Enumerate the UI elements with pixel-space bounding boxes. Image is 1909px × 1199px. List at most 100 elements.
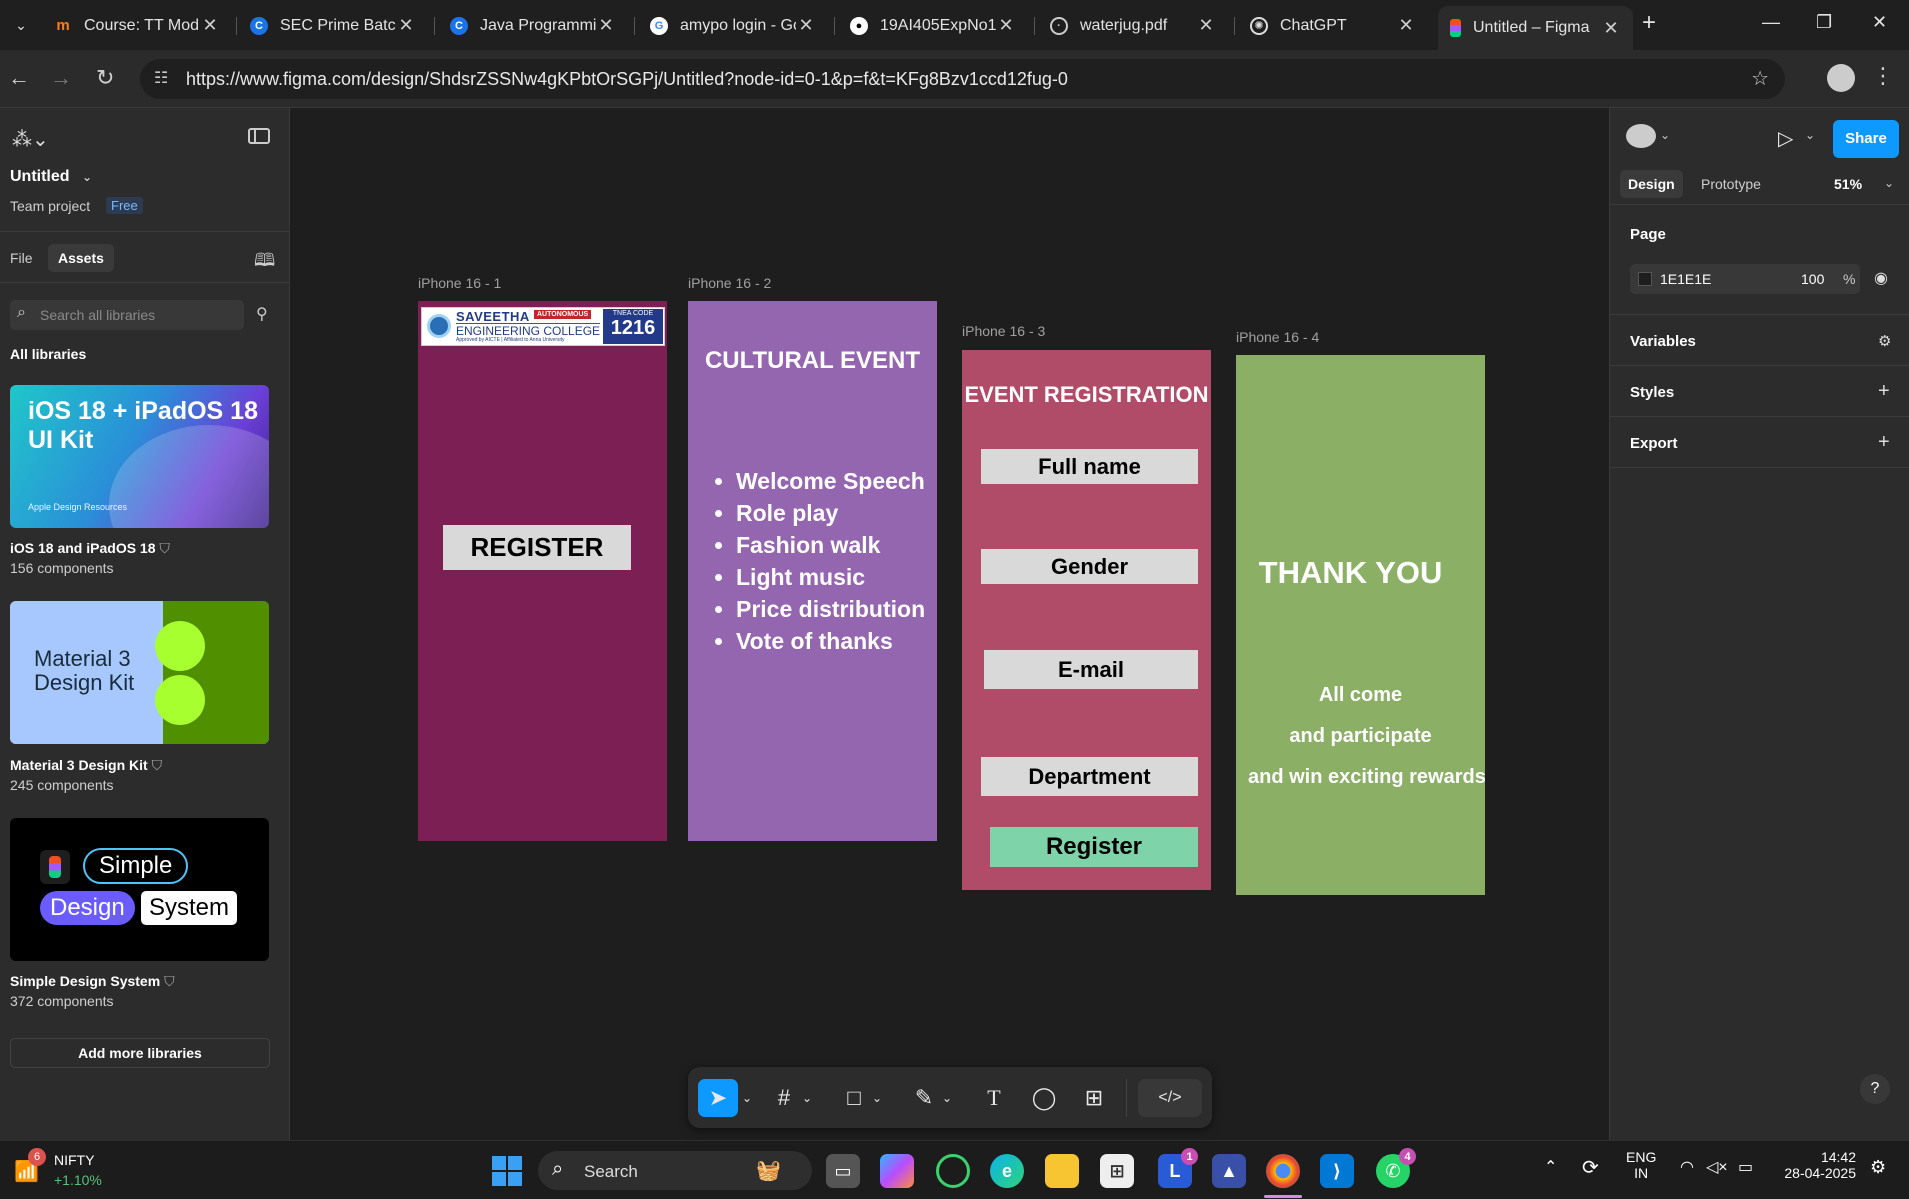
figma-menu-icon[interactable]: ⁂⌄ [12, 127, 49, 152]
close-icon[interactable]: ✕ [1396, 15, 1416, 36]
edge-icon[interactable]: e [990, 1154, 1024, 1188]
frame-tool-icon[interactable]: # [768, 1079, 800, 1117]
styles-section[interactable]: Styles [1630, 384, 1674, 401]
chevron-down-icon[interactable]: ⌄ [1884, 176, 1894, 190]
filter-icon[interactable]: ⚲ [256, 304, 268, 324]
l-app-icon[interactable]: L1 [1158, 1148, 1198, 1188]
taskbar-search[interactable]: ⌕ Search 🧺 [538, 1151, 812, 1190]
tray-overflow-icon[interactable]: ⌃ [1544, 1157, 1557, 1177]
add-export-icon[interactable]: + [1878, 431, 1890, 454]
register-button[interactable]: REGISTER [443, 525, 631, 570]
forward-button[interactable]: → [50, 65, 72, 91]
clock[interactable]: 14:42 28-04-2025 [1776, 1149, 1856, 1181]
restore-button[interactable]: ❐ [1816, 12, 1832, 33]
iphone-frame-3[interactable]: EVENT REGISTRATION Full name Gender E-ma… [962, 350, 1211, 890]
move-tool-icon[interactable]: ➤ [698, 1079, 738, 1117]
close-window-button[interactable]: ✕ [1872, 12, 1887, 33]
sidebar-toggle-icon[interactable] [248, 128, 270, 144]
close-icon[interactable]: ✕ [396, 15, 416, 36]
close-icon[interactable]: ✕ [596, 15, 616, 36]
present-play-icon[interactable]: ▷ [1778, 126, 1793, 151]
back-button[interactable]: ← [8, 65, 30, 91]
new-tab-button[interactable]: + [1642, 9, 1656, 37]
avatar[interactable] [1626, 124, 1656, 148]
tab-file[interactable]: File [10, 250, 33, 266]
tab-prototype[interactable]: Prototype [1701, 176, 1761, 192]
battery-icon[interactable]: ▭ [1738, 1157, 1753, 1177]
browser-tab[interactable]: C Java Programmin ✕ [438, 8, 628, 43]
app-ring-icon[interactable] [936, 1154, 970, 1188]
eye-icon[interactable]: ◉ [1874, 268, 1888, 288]
share-button[interactable]: Share [1833, 120, 1899, 158]
chevron-down-icon[interactable]: ⌄ [1805, 128, 1815, 142]
variables-section[interactable]: Variables [1630, 333, 1696, 350]
chrome-icon[interactable] [1266, 1154, 1300, 1188]
frame-label[interactable]: iPhone 16 - 1 [418, 275, 501, 291]
shape-tool-icon[interactable]: □ [838, 1079, 870, 1117]
windows-start-icon[interactable] [490, 1154, 524, 1188]
pen-tool-icon[interactable]: ✎ [908, 1079, 940, 1117]
help-button[interactable]: ? [1860, 1074, 1890, 1104]
wifi-icon[interactable]: ◠ [1680, 1157, 1694, 1177]
copilot-icon[interactable] [880, 1154, 914, 1188]
close-icon[interactable]: ✕ [1601, 18, 1621, 39]
iphone-frame-4[interactable]: THANK YOU All come and participate and w… [1236, 355, 1485, 895]
tab-search-dropdown[interactable]: ⌄ [0, 8, 42, 43]
browser-tab[interactable]: · waterjug.pdf ✕ [1038, 8, 1228, 43]
aws-vpn-icon[interactable]: ▲ [1212, 1154, 1246, 1188]
figma-canvas[interactable]: iPhone 16 - 1 SAVEETHA AUTONOMOUS ENGINE… [290, 108, 1609, 1140]
vscode-icon[interactable]: ⟩ [1320, 1154, 1354, 1188]
comment-tool-icon[interactable]: ◯ [1028, 1079, 1060, 1117]
browser-tab[interactable]: m Course: TT Modu ✕ [42, 8, 232, 43]
library-name[interactable]: Material 3 Design Kit ⛉ [10, 757, 162, 774]
page-color-input[interactable]: 1E1E1E 100 % [1630, 264, 1860, 294]
minimize-button[interactable]: — [1762, 12, 1780, 33]
library-name[interactable]: Simple Design System ⛉ [10, 973, 175, 990]
dev-mode-icon[interactable]: </> [1138, 1079, 1202, 1117]
tab-assets[interactable]: Assets [48, 244, 114, 272]
frame-label[interactable]: iPhone 16 - 4 [1236, 329, 1319, 345]
url-text[interactable]: https://www.figma.com/design/ShdsrZSSNw4… [186, 69, 1068, 90]
frame-label[interactable]: iPhone 16 - 3 [962, 323, 1045, 339]
browser-tab[interactable]: ● 19AI405ExpNo1/ ✕ [838, 8, 1028, 43]
department-field[interactable]: Department [981, 757, 1198, 796]
browser-menu-icon[interactable]: ⋮ [1872, 63, 1894, 89]
close-icon[interactable]: ✕ [200, 15, 220, 36]
notification-center-icon[interactable]: ⚙ [1870, 1157, 1886, 1178]
page-color-value[interactable]: 1E1E1E [1660, 271, 1711, 287]
chevron-down-icon[interactable]: ⌄ [740, 1079, 754, 1117]
chevron-down-icon[interactable]: ⌄ [940, 1079, 954, 1117]
bookmark-star-icon[interactable]: ☆ [1751, 66, 1769, 91]
email-field[interactable]: E-mail [984, 650, 1198, 689]
whatsapp-icon[interactable]: ✆ 4 [1376, 1148, 1416, 1188]
text-tool-icon[interactable]: T [978, 1079, 1010, 1117]
zoom-level[interactable]: 51% [1834, 176, 1862, 192]
browser-tab[interactable]: G amypo login - Go ✕ [638, 8, 828, 43]
gender-field[interactable]: Gender [981, 549, 1198, 584]
book-icon[interactable]: 🕮 [254, 248, 275, 278]
reload-button[interactable]: ↻ [96, 65, 114, 91]
site-settings-icon[interactable]: ☷ [154, 68, 168, 88]
language-indicator[interactable]: ENG IN [1626, 1149, 1656, 1181]
add-more-libraries-button[interactable]: Add more libraries [10, 1038, 270, 1068]
color-swatch[interactable] [1638, 272, 1652, 286]
browser-tab[interactable]: ✺ ChatGPT ✕ [1238, 8, 1428, 43]
file-explorer-icon[interactable] [1045, 1154, 1079, 1188]
tab-design[interactable]: Design [1620, 170, 1683, 198]
store-icon[interactable]: ⊞ [1100, 1154, 1134, 1188]
browser-tab-active[interactable]: Untitled – Figma ✕ [1438, 6, 1633, 50]
library-thumbnail-simple[interactable]: Simple Design System [10, 818, 269, 961]
sync-icon[interactable]: ⟳ [1582, 1155, 1599, 1180]
close-icon[interactable]: ✕ [796, 15, 816, 36]
page-opacity-value[interactable]: 100 [1801, 271, 1824, 287]
close-icon[interactable]: ✕ [996, 15, 1016, 36]
address-bar[interactable]: ☷ https://www.figma.com/design/ShdsrZSSN… [140, 59, 1785, 99]
full-name-field[interactable]: Full name [981, 449, 1198, 484]
close-icon[interactable]: ✕ [1196, 15, 1216, 36]
task-view-icon[interactable]: ▭ [826, 1154, 860, 1188]
browser-tab[interactable]: C SEC Prime Batch ✕ [238, 8, 428, 43]
submit-register-button[interactable]: Register [990, 827, 1198, 867]
library-search-input[interactable]: ⌕ Search all libraries [10, 300, 244, 330]
chevron-down-icon[interactable]: ⌄ [800, 1079, 814, 1117]
add-style-icon[interactable]: + [1878, 380, 1890, 403]
